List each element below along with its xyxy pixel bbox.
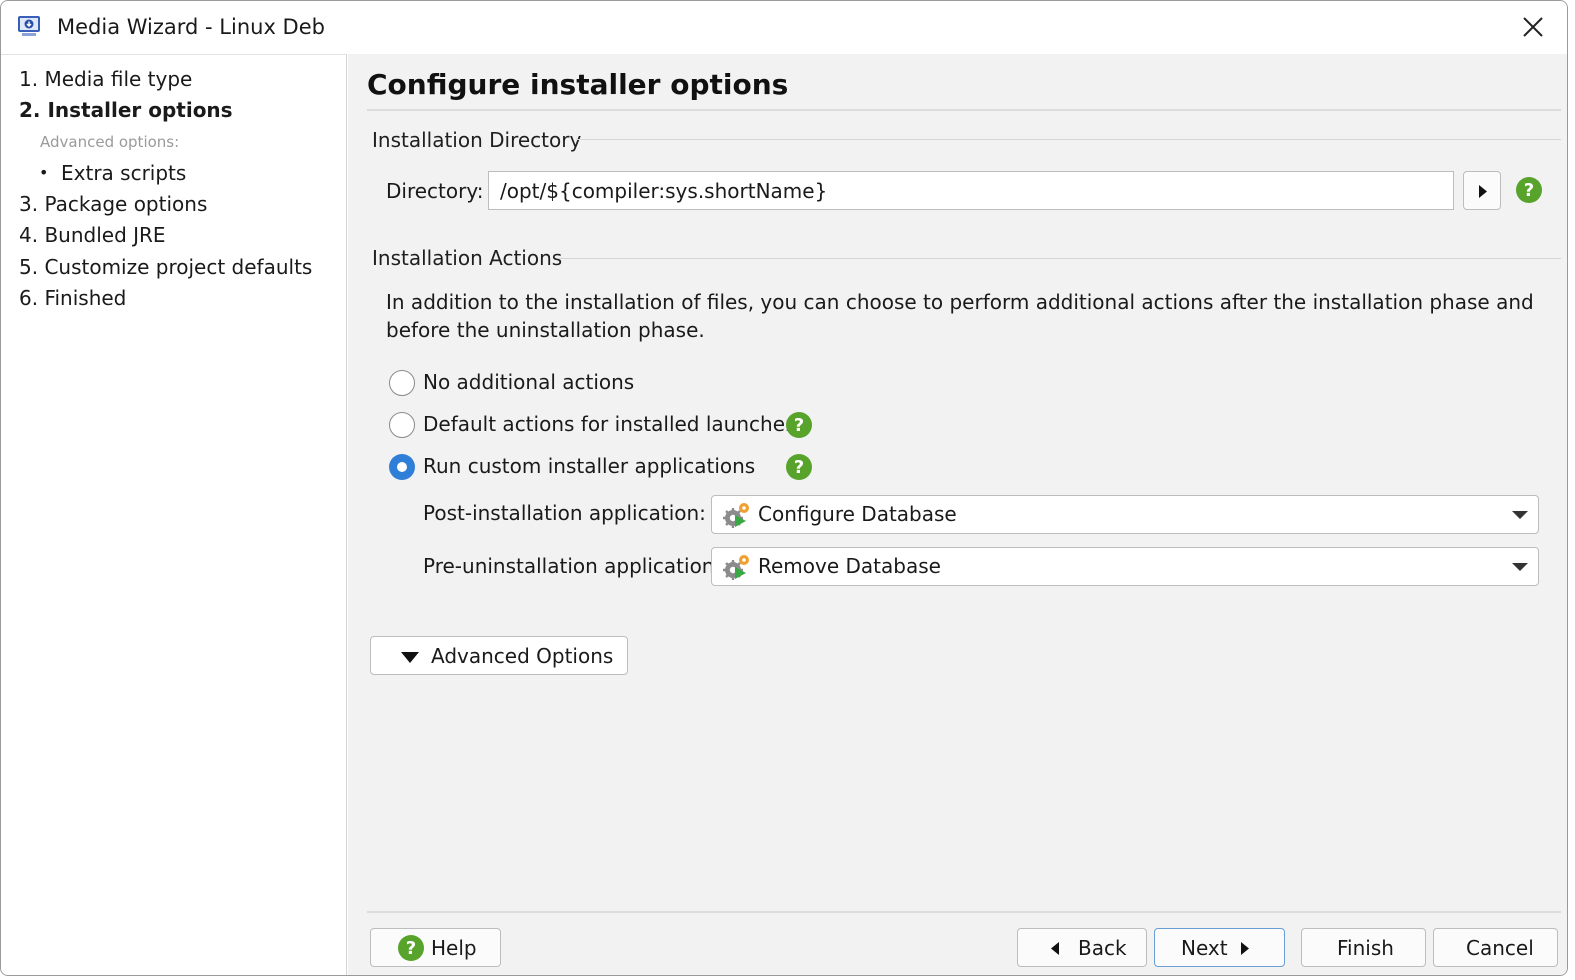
directory-menu-button[interactable] — [1463, 171, 1501, 210]
section-divider — [558, 258, 1561, 259]
pre-uninstall-value: Remove Database — [758, 554, 941, 578]
help-button[interactable]: ? Help — [370, 928, 501, 967]
title-bar: Media Wizard - Linux Deb — [1, 1, 1567, 54]
window-title: Media Wizard - Linux Deb — [57, 15, 325, 39]
finish-label: Finish — [1337, 936, 1394, 960]
chevron-down-icon — [1512, 511, 1528, 519]
step-package-options[interactable]: 3. Package options — [19, 192, 207, 216]
close-icon[interactable] — [1513, 11, 1553, 45]
help-icon[interactable]: ? — [785, 453, 813, 481]
radio-run-custom-apps[interactable]: Run custom installer applications — [389, 454, 755, 482]
bullet-glyph: • — [39, 163, 49, 182]
step-installer-options[interactable]: 2. Installer options — [19, 98, 233, 122]
main-panel: Configure installer options Installation… — [348, 54, 1567, 975]
cancel-label: Cancel — [1466, 936, 1534, 960]
advanced-options-button[interactable]: Advanced Options — [370, 636, 628, 675]
directory-input[interactable] — [488, 171, 1454, 210]
radio-label: No additional actions — [423, 370, 635, 394]
post-install-label: Post-installation application: — [423, 501, 706, 525]
help-label: Help — [431, 936, 477, 960]
chevron-down-icon — [1512, 563, 1528, 571]
svg-text:?: ? — [1524, 180, 1534, 201]
help-icon[interactable]: ? — [1515, 176, 1543, 204]
step-extra-scripts[interactable]: Extra scripts — [61, 161, 186, 185]
help-icon: ? — [398, 935, 424, 961]
wizard-window: Media Wizard - Linux Deb 1. Media file t… — [0, 0, 1568, 976]
svg-text:?: ? — [794, 457, 804, 478]
installer-app-gear-icon — [723, 503, 749, 528]
back-button[interactable]: Back — [1017, 928, 1147, 967]
finish-button[interactable]: Finish — [1301, 928, 1426, 967]
advanced-options-label: Advanced Options — [431, 644, 614, 668]
radio-button[interactable] — [389, 370, 415, 396]
radio-label: Default actions for installed launchers — [423, 412, 804, 436]
radio-button-checked[interactable] — [389, 454, 415, 480]
wizard-steps-sidebar: 1. Media file type 2. Installer options … — [1, 54, 347, 975]
arrow-left-icon — [1051, 942, 1059, 955]
directory-label: Directory: — [386, 179, 484, 203]
installer-app-gear-icon — [723, 555, 749, 580]
next-button[interactable]: Next — [1154, 928, 1285, 967]
radio-button[interactable] — [389, 412, 415, 438]
help-icon[interactable]: ? — [785, 411, 813, 439]
title-separator — [367, 109, 1561, 111]
svg-text:?: ? — [406, 938, 416, 959]
radio-default-actions[interactable]: Default actions for installed launchers — [389, 412, 829, 440]
installation-directory-heading: Installation Directory — [372, 128, 582, 152]
step-bundled-jre[interactable]: 4. Bundled JRE — [19, 223, 166, 247]
triangle-down-icon — [401, 652, 419, 663]
play-arrow-icon — [1479, 185, 1487, 198]
step-media-file-type[interactable]: 1. Media file type — [19, 67, 192, 91]
arrow-right-icon — [1241, 942, 1249, 955]
pre-uninstall-dropdown[interactable]: Remove Database — [711, 547, 1539, 586]
radio-label: Run custom installer applications — [423, 454, 756, 478]
radio-no-additional-actions[interactable]: No additional actions — [389, 370, 689, 398]
pre-uninstall-label: Pre-uninstallation application: — [423, 554, 722, 578]
section-divider — [576, 139, 1561, 140]
post-install-value: Configure Database — [758, 502, 957, 526]
page-title: Configure installer options — [367, 68, 789, 101]
post-install-dropdown[interactable]: Configure Database — [711, 495, 1539, 534]
actions-description: In addition to the installation of files… — [386, 290, 1534, 342]
cancel-button[interactable]: Cancel — [1433, 928, 1558, 967]
installer-app-icon — [18, 16, 40, 36]
back-label: Back — [1078, 936, 1127, 960]
advanced-options-label: Advanced options: — [40, 133, 180, 151]
footer-separator — [367, 911, 1561, 913]
svg-text:?: ? — [794, 415, 804, 436]
next-label: Next — [1181, 936, 1228, 960]
step-finished[interactable]: 6. Finished — [19, 286, 126, 310]
installation-actions-heading: Installation Actions — [372, 246, 563, 270]
step-customize-project-defaults[interactable]: 5. Customize project defaults — [19, 255, 312, 279]
